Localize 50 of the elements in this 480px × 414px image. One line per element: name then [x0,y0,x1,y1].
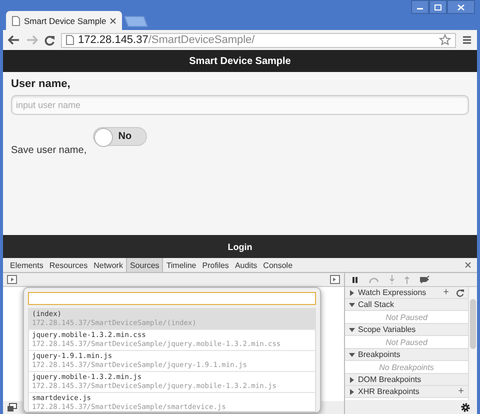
panel-toggle-icon[interactable] [330,275,340,284]
close-icon[interactable] [465,262,471,268]
expand-arrow-icon[interactable] [349,290,355,296]
devtools-tab[interactable]: Console [260,258,296,272]
refresh-icon[interactable] [456,288,464,296]
pause-icon[interactable] [351,276,359,284]
menu-icon[interactable] [462,35,472,45]
dock-icon[interactable] [7,403,17,412]
collapse-arrow-icon[interactable] [349,352,355,358]
field-label: User name, [11,78,72,90]
maximize-button[interactable] [429,0,447,14]
address-bar[interactable]: 172.28.145.37/SmartDeviceSample/ [61,32,456,48]
close-icon[interactable] [110,18,116,24]
deactivate-breakpoints-icon[interactable] [419,275,431,284]
sidebar-pane-header[interactable]: Breakpoints [345,349,468,361]
minimize-button[interactable] [411,0,429,14]
devtools-tab[interactable]: Profiles [199,258,232,272]
sidebar-pane-header[interactable]: Call Stack [345,299,468,311]
devtools-tab[interactable]: Timeline [163,258,200,272]
close-icon [457,4,465,10]
devtools-tab[interactable]: Resources [46,258,91,272]
scrollbar[interactable] [468,287,477,400]
devtools-tab[interactable]: Network [90,258,126,272]
toggle-switch[interactable]: No [92,127,147,146]
close-button[interactable] [447,0,475,14]
page-icon [66,35,74,45]
sidebar-pane-header[interactable]: Watch Expressions + [345,287,468,299]
browser-tab[interactable]: Smart Device Sample [6,11,122,30]
devtools-tab[interactable]: Sources [126,258,164,272]
maximize-icon [434,4,442,10]
username-field[interactable]: input user name [11,95,469,115]
search-field[interactable] [28,292,316,305]
back-icon[interactable] [8,35,20,45]
collapse-arrow-icon[interactable] [349,326,355,332]
sidebar-pane-header[interactable]: DOM Breakpoints [345,374,468,386]
settings-icon[interactable] [460,402,471,412]
field-label: Save user name, [11,145,87,156]
collapse-arrow-icon[interactable] [349,302,355,308]
page-icon [12,16,20,26]
url-text: 172.28.145.37/SmartDeviceSample/ [78,34,256,46]
sidebar-pane-header[interactable]: XHR Breakpoints + [345,386,468,398]
panel-toggle-icon[interactable] [7,275,17,284]
tab-title: Smart Device Sample [24,16,106,26]
star-icon[interactable] [439,34,451,46]
sidebar-pane-header[interactable]: Scope Variables [345,324,468,336]
devtools-tab[interactable]: Audits [232,258,260,272]
devtools-tab[interactable]: Elements [7,258,46,272]
page-title: Smart Device Sample [189,56,291,66]
reload-icon[interactable] [44,34,55,46]
login-button[interactable]: Login [3,235,477,258]
